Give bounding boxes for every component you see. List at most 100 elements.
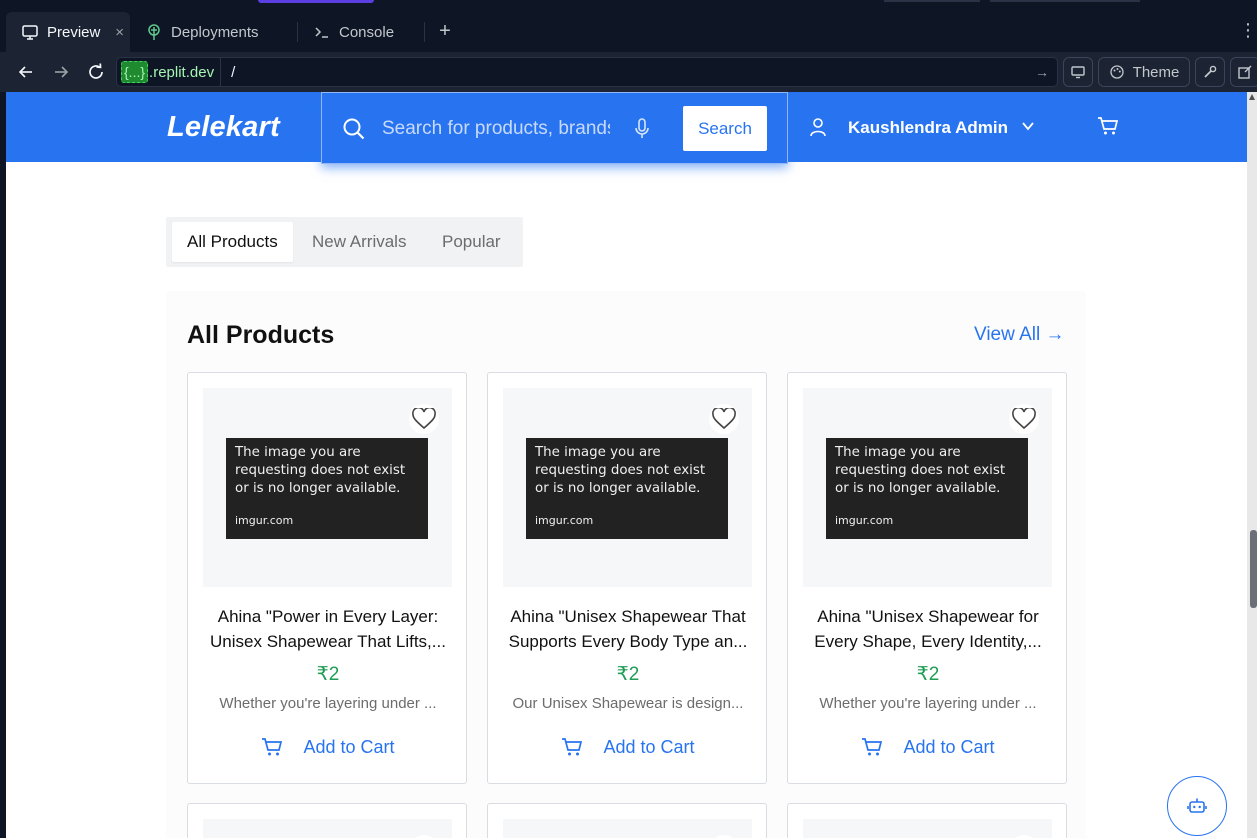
broken-image-message: The image you are requesting does not exi… [235, 445, 406, 496]
terminal-icon [312, 22, 332, 42]
tab-new-arrivals[interactable]: New Arrivals [297, 222, 421, 262]
url-path: / [231, 63, 236, 81]
site-header: Lelekart Search Kaushlendra Admin [6, 92, 1247, 164]
ide-tab-bar: Preview × Deployments Console + ⋮ [0, 12, 1257, 52]
go-arrow-icon[interactable]: → [1035, 64, 1049, 80]
display-icon [1071, 66, 1085, 79]
site-logo[interactable]: Lelekart [167, 111, 280, 144]
product-price: ₹2 [316, 664, 340, 685]
robot-icon [1187, 798, 1207, 813]
product-card[interactable] [187, 803, 467, 838]
tab-deployments-label: Deployments [171, 23, 259, 41]
broken-image-site: imgur.com [535, 514, 594, 527]
broken-image-placeholder: The image you are requesting does not exi… [826, 438, 1028, 539]
microphone-icon[interactable] [634, 118, 650, 145]
theme-button[interactable]: Theme [1098, 57, 1190, 87]
cart-icon [562, 738, 583, 756]
back-button[interactable] [15, 61, 37, 83]
theme-label: Theme [1132, 63, 1180, 81]
product-image[interactable] [503, 819, 752, 838]
active-indicator [258, 0, 374, 3]
chatbot-button[interactable] [1167, 776, 1227, 836]
tab-divider [424, 22, 425, 42]
more-menu-icon[interactable]: ⋮ [1239, 20, 1257, 41]
product-description: Our Unisex Shapewear is design... [512, 695, 744, 712]
tab-preview-label: Preview [47, 23, 101, 41]
arrow-left-icon [18, 66, 32, 78]
reload-icon [89, 63, 103, 79]
page-scrollbar[interactable] [1247, 92, 1257, 838]
close-icon[interactable]: × [115, 24, 124, 41]
tab-preview[interactable]: Preview × [6, 12, 130, 52]
cart-icon [262, 738, 283, 756]
product-name[interactable]: Ahina "Unisex Shapewear for Every Shape, … [806, 604, 1050, 654]
cart-icon[interactable] [1097, 116, 1119, 141]
scroll-up-icon[interactable] [1249, 94, 1255, 100]
search-input[interactable] [382, 116, 610, 142]
broken-image-site: imgur.com [835, 514, 894, 527]
search-icon [342, 117, 366, 146]
product-filter-tabs: All Products New Arrivals Popular [166, 217, 523, 267]
product-card[interactable] [787, 803, 1067, 838]
external-link-icon [1238, 65, 1252, 79]
forward-button[interactable] [50, 61, 72, 83]
top-control-a [884, 0, 980, 2]
product-price: ₹2 [616, 664, 640, 685]
tab-deployments[interactable]: Deployments [130, 12, 296, 52]
wrench-icon [1204, 65, 1217, 78]
product-image[interactable]: The image you are requesting does not exi… [203, 388, 452, 587]
chevron-down-icon[interactable] [1021, 119, 1035, 138]
add-to-cart-button[interactable]: Add to Cart [488, 733, 768, 761]
arrow-right-icon [55, 66, 69, 78]
device-preview-button[interactable] [1063, 57, 1093, 87]
palette-icon [1110, 65, 1124, 79]
add-tab-button[interactable]: + [434, 20, 456, 42]
reload-button[interactable] [85, 61, 107, 83]
user-menu-name[interactable]: Kaushlendra Admin [848, 118, 1008, 138]
tab-popular[interactable]: Popular [427, 222, 516, 262]
wishlist-heart-icon[interactable] [409, 404, 439, 434]
url-field[interactable]: {...} .replit.dev / → [116, 57, 1058, 87]
top-control-b [990, 0, 1140, 2]
product-description: Whether you're layering under ... [819, 695, 1037, 712]
deploy-icon [144, 22, 164, 42]
broken-image-site: imgur.com [235, 514, 294, 527]
product-name[interactable]: Ahina "Unisex Shapewear That Supports Eve… [506, 604, 750, 654]
add-to-cart-button[interactable]: Add to Cart [188, 733, 468, 761]
product-image[interactable]: The image you are requesting does not exi… [803, 388, 1052, 587]
devtools-button[interactable] [1195, 57, 1225, 87]
product-description: Whether you're layering under ... [219, 695, 437, 712]
url-hash-prefix: {...} [121, 61, 149, 83]
monitor-icon [20, 22, 40, 42]
broken-image-placeholder: The image you are requesting does not exi… [526, 438, 728, 539]
search-button[interactable]: Search [683, 106, 767, 151]
broken-image-message: The image you are requesting does not exi… [835, 445, 1006, 496]
product-card[interactable]: The image you are requesting does not exi… [787, 372, 1067, 784]
wishlist-heart-icon[interactable] [1009, 404, 1039, 434]
product-card[interactable]: The image you are requesting does not exi… [487, 372, 767, 784]
product-card[interactable]: The image you are requesting does not exi… [187, 372, 467, 784]
url-domain: .replit.dev [149, 63, 215, 81]
section-title: All Products [187, 321, 335, 349]
product-image[interactable] [803, 819, 1052, 838]
tab-console[interactable]: Console [298, 12, 424, 52]
broken-image-placeholder: The image you are requesting does not exi… [226, 438, 428, 539]
preview-viewport: Lelekart Search Kaushlendra Admin All Pr… [6, 92, 1247, 838]
user-icon[interactable] [809, 117, 827, 142]
scrollbar-thumb[interactable] [1250, 530, 1257, 608]
cart-icon [862, 738, 883, 756]
tab-all-products[interactable]: All Products [172, 222, 293, 262]
open-new-tab-button[interactable] [1230, 57, 1257, 87]
product-image[interactable]: The image you are requesting does not exi… [503, 388, 752, 587]
tab-console-label: Console [339, 23, 395, 41]
address-bar: {...} .replit.dev / → Theme [0, 52, 1257, 92]
broken-image-message: The image you are requesting does not exi… [535, 445, 706, 496]
view-all-link[interactable]: View All → [974, 324, 1064, 346]
product-image[interactable] [203, 819, 452, 838]
wishlist-heart-icon[interactable] [709, 404, 739, 434]
url-divider [220, 57, 222, 87]
search-bar: Search [321, 92, 788, 164]
add-to-cart-button[interactable]: Add to Cart [788, 733, 1068, 761]
product-card[interactable] [487, 803, 767, 838]
product-name[interactable]: Ahina "Power in Every Layer: Unisex Shape… [206, 604, 450, 654]
